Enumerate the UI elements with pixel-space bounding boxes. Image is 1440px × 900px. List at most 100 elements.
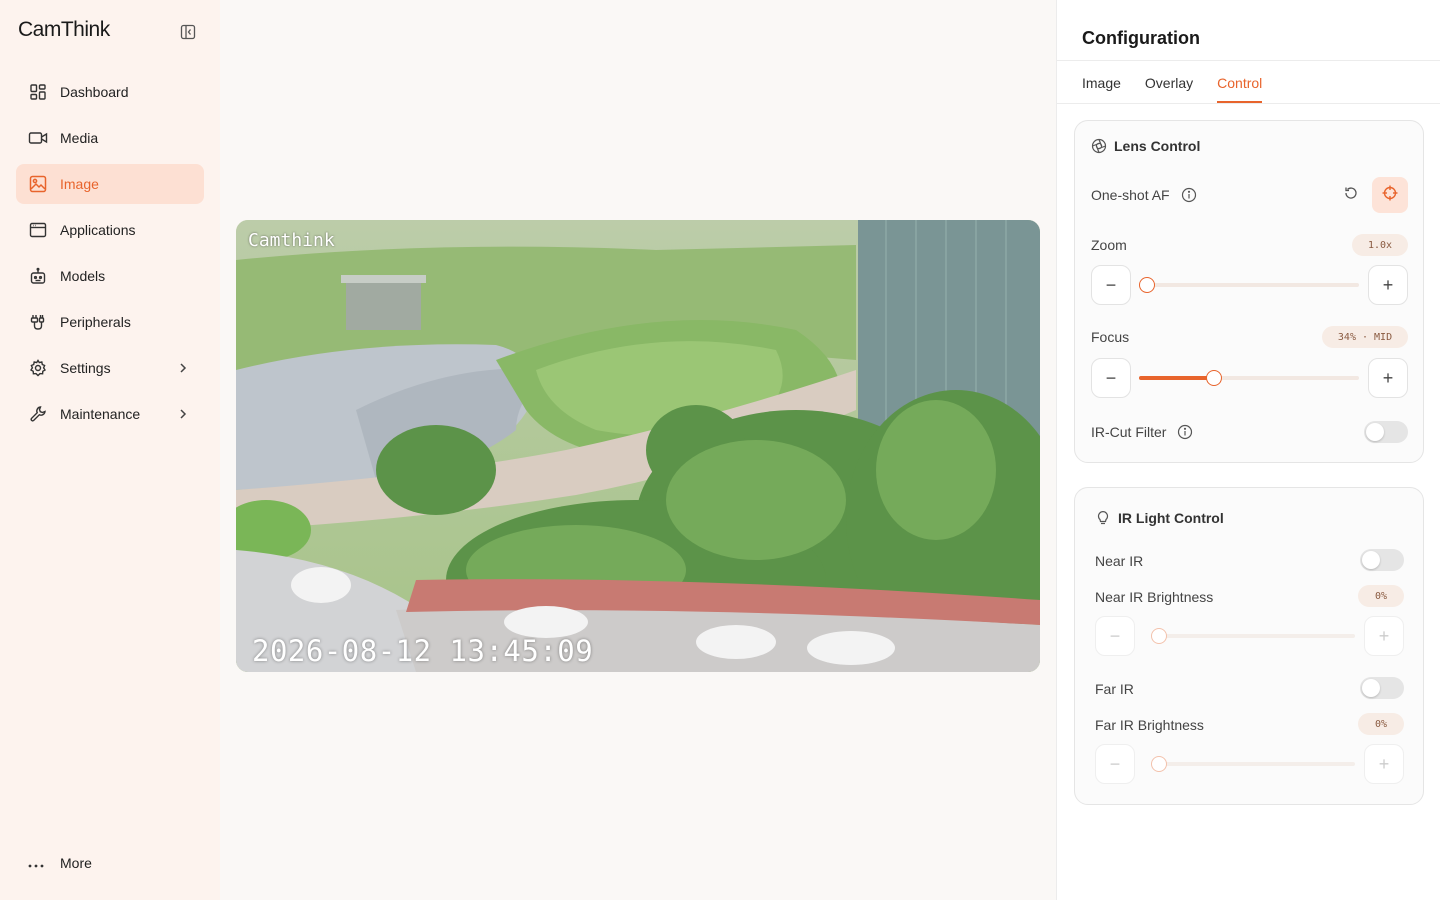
sidebar-nav: Dashboard Media Image Applications Model…	[16, 72, 204, 440]
slider-track	[1151, 634, 1355, 638]
sidebar-item-models[interactable]: Models	[16, 256, 204, 296]
focus-value-badge: 34% · MID	[1322, 326, 1408, 348]
plus-icon: +	[1378, 753, 1390, 774]
logo: CamThink	[18, 18, 110, 41]
zoom-slider[interactable]	[1139, 277, 1359, 293]
plus-icon: +	[1382, 274, 1394, 295]
far-ir-brightness-badge: 0%	[1358, 713, 1404, 735]
aperture-icon	[1091, 138, 1107, 154]
panel-title: Configuration	[1082, 28, 1200, 48]
refresh-icon	[1343, 185, 1359, 206]
tab-control[interactable]: Control	[1217, 61, 1263, 103]
robot-icon	[28, 266, 48, 286]
slider-track	[1151, 762, 1355, 766]
tab-overlay[interactable]: Overlay	[1145, 61, 1193, 103]
config-tabs: Image Overlay Control	[1082, 61, 1286, 104]
gear-icon	[28, 358, 48, 378]
minus-icon: −	[1105, 367, 1117, 388]
sidebar-item-peripherals[interactable]: Peripherals	[16, 302, 204, 342]
slider-thumb[interactable]	[1139, 277, 1155, 293]
crosshair-icon	[1381, 184, 1399, 207]
more-menu[interactable]: More	[28, 855, 92, 871]
info-icon[interactable]	[1181, 187, 1197, 203]
focus-slider[interactable]	[1139, 370, 1359, 386]
more-label: More	[60, 855, 92, 871]
ir-light-title: IR Light Control	[1118, 510, 1224, 526]
slider-fill	[1139, 376, 1214, 380]
sidebar-item-maintenance[interactable]: Maintenance	[16, 394, 204, 434]
ir-light-header: IR Light Control	[1095, 510, 1224, 526]
slider-track	[1139, 283, 1359, 287]
far-ir-brightness-label: Far IR Brightness	[1095, 717, 1204, 733]
toggle-knob	[1366, 423, 1384, 441]
image-icon	[28, 174, 48, 194]
minus-icon: −	[1109, 753, 1121, 774]
zoom-label: Zoom	[1091, 237, 1127, 253]
sidebar-item-media[interactable]: Media	[16, 118, 204, 158]
lightbulb-icon	[1095, 510, 1111, 526]
tab-image[interactable]: Image	[1082, 61, 1121, 103]
ellipsis-icon	[28, 855, 44, 871]
af-trigger-button[interactable]	[1372, 177, 1408, 213]
sidebar-item-applications[interactable]: Applications	[16, 210, 204, 250]
slider-thumb[interactable]	[1205, 370, 1222, 386]
plus-icon: +	[1382, 367, 1394, 388]
sidebar-item-label: Settings	[60, 360, 111, 376]
ir-cut-row: IR-Cut Filter	[1091, 424, 1193, 440]
tabs-divider	[1057, 103, 1440, 104]
sidebar-item-label: Image	[60, 176, 99, 192]
sidebar-item-label: Models	[60, 268, 106, 284]
info-icon[interactable]	[1177, 424, 1193, 440]
configuration-panel: Configuration Image Overlay Control Lens…	[1056, 0, 1440, 900]
sidebar-item-label: Media	[60, 130, 99, 146]
chevron-right-icon	[176, 407, 190, 421]
focus-label: Focus	[1091, 329, 1130, 345]
far-ir-toggle[interactable]	[1360, 677, 1404, 699]
minus-icon: −	[1109, 625, 1121, 646]
near-ir-toggle[interactable]	[1360, 549, 1404, 571]
focus-decrease-button[interactable]: −	[1091, 358, 1131, 398]
toggle-knob	[1362, 679, 1380, 697]
far-ir-decrease-button[interactable]: −	[1095, 744, 1135, 784]
sidebar-item-label: Dashboard	[60, 84, 129, 100]
focus-increase-button[interactable]: +	[1368, 358, 1408, 398]
osd-camera-name: Camthink	[248, 230, 335, 251]
chevron-right-icon	[176, 361, 190, 375]
browser-window-icon	[28, 220, 48, 240]
far-ir-increase-button[interactable]: +	[1364, 744, 1404, 784]
lens-control-card: Lens Control One-shot AF Zoom 1.0x − + F…	[1074, 120, 1424, 463]
near-ir-label: Near IR	[1095, 553, 1144, 569]
ir-cut-label: IR-Cut Filter	[1091, 424, 1167, 440]
near-ir-decrease-button[interactable]: −	[1095, 616, 1135, 656]
far-ir-label: Far IR	[1095, 681, 1134, 697]
slider-thumb[interactable]	[1151, 628, 1167, 644]
zoom-increase-button[interactable]: +	[1368, 265, 1408, 305]
lens-control-title: Lens Control	[1114, 138, 1201, 154]
toggle-knob	[1362, 551, 1380, 569]
ir-light-control-card: IR Light Control Near IR Near IR Brightn…	[1074, 487, 1424, 805]
slider-thumb[interactable]	[1151, 756, 1167, 772]
zoom-value-badge: 1.0x	[1352, 234, 1408, 256]
camera-preview[interactable]: Camthink 2026-08-12 13:45:09	[236, 220, 1040, 672]
sidebar-item-dashboard[interactable]: Dashboard	[16, 72, 204, 112]
sidebar-collapse-icon[interactable]	[180, 24, 196, 40]
cable-icon	[28, 312, 48, 332]
lens-control-header: Lens Control	[1091, 138, 1200, 154]
near-ir-brightness-badge: 0%	[1358, 585, 1404, 607]
one-shot-af-label: One-shot AF	[1091, 187, 1170, 203]
af-reset-button[interactable]	[1333, 177, 1369, 213]
near-ir-brightness-slider[interactable]	[1151, 628, 1355, 644]
video-camera-icon	[28, 128, 48, 148]
sidebar-item-image[interactable]: Image	[16, 164, 204, 204]
sidebar-item-label: Applications	[60, 222, 136, 238]
far-ir-brightness-slider[interactable]	[1151, 756, 1355, 772]
zoom-decrease-button[interactable]: −	[1091, 265, 1131, 305]
osd-timestamp: 2026-08-12 13:45:09	[252, 634, 594, 668]
plus-icon: +	[1378, 625, 1390, 646]
near-ir-increase-button[interactable]: +	[1364, 616, 1404, 656]
ir-cut-toggle[interactable]	[1364, 421, 1408, 443]
sidebar-item-label: Peripherals	[60, 314, 131, 330]
sidebar-item-settings[interactable]: Settings	[16, 348, 204, 388]
sidebar-item-label: Maintenance	[60, 406, 141, 422]
wrench-icon	[28, 404, 48, 424]
